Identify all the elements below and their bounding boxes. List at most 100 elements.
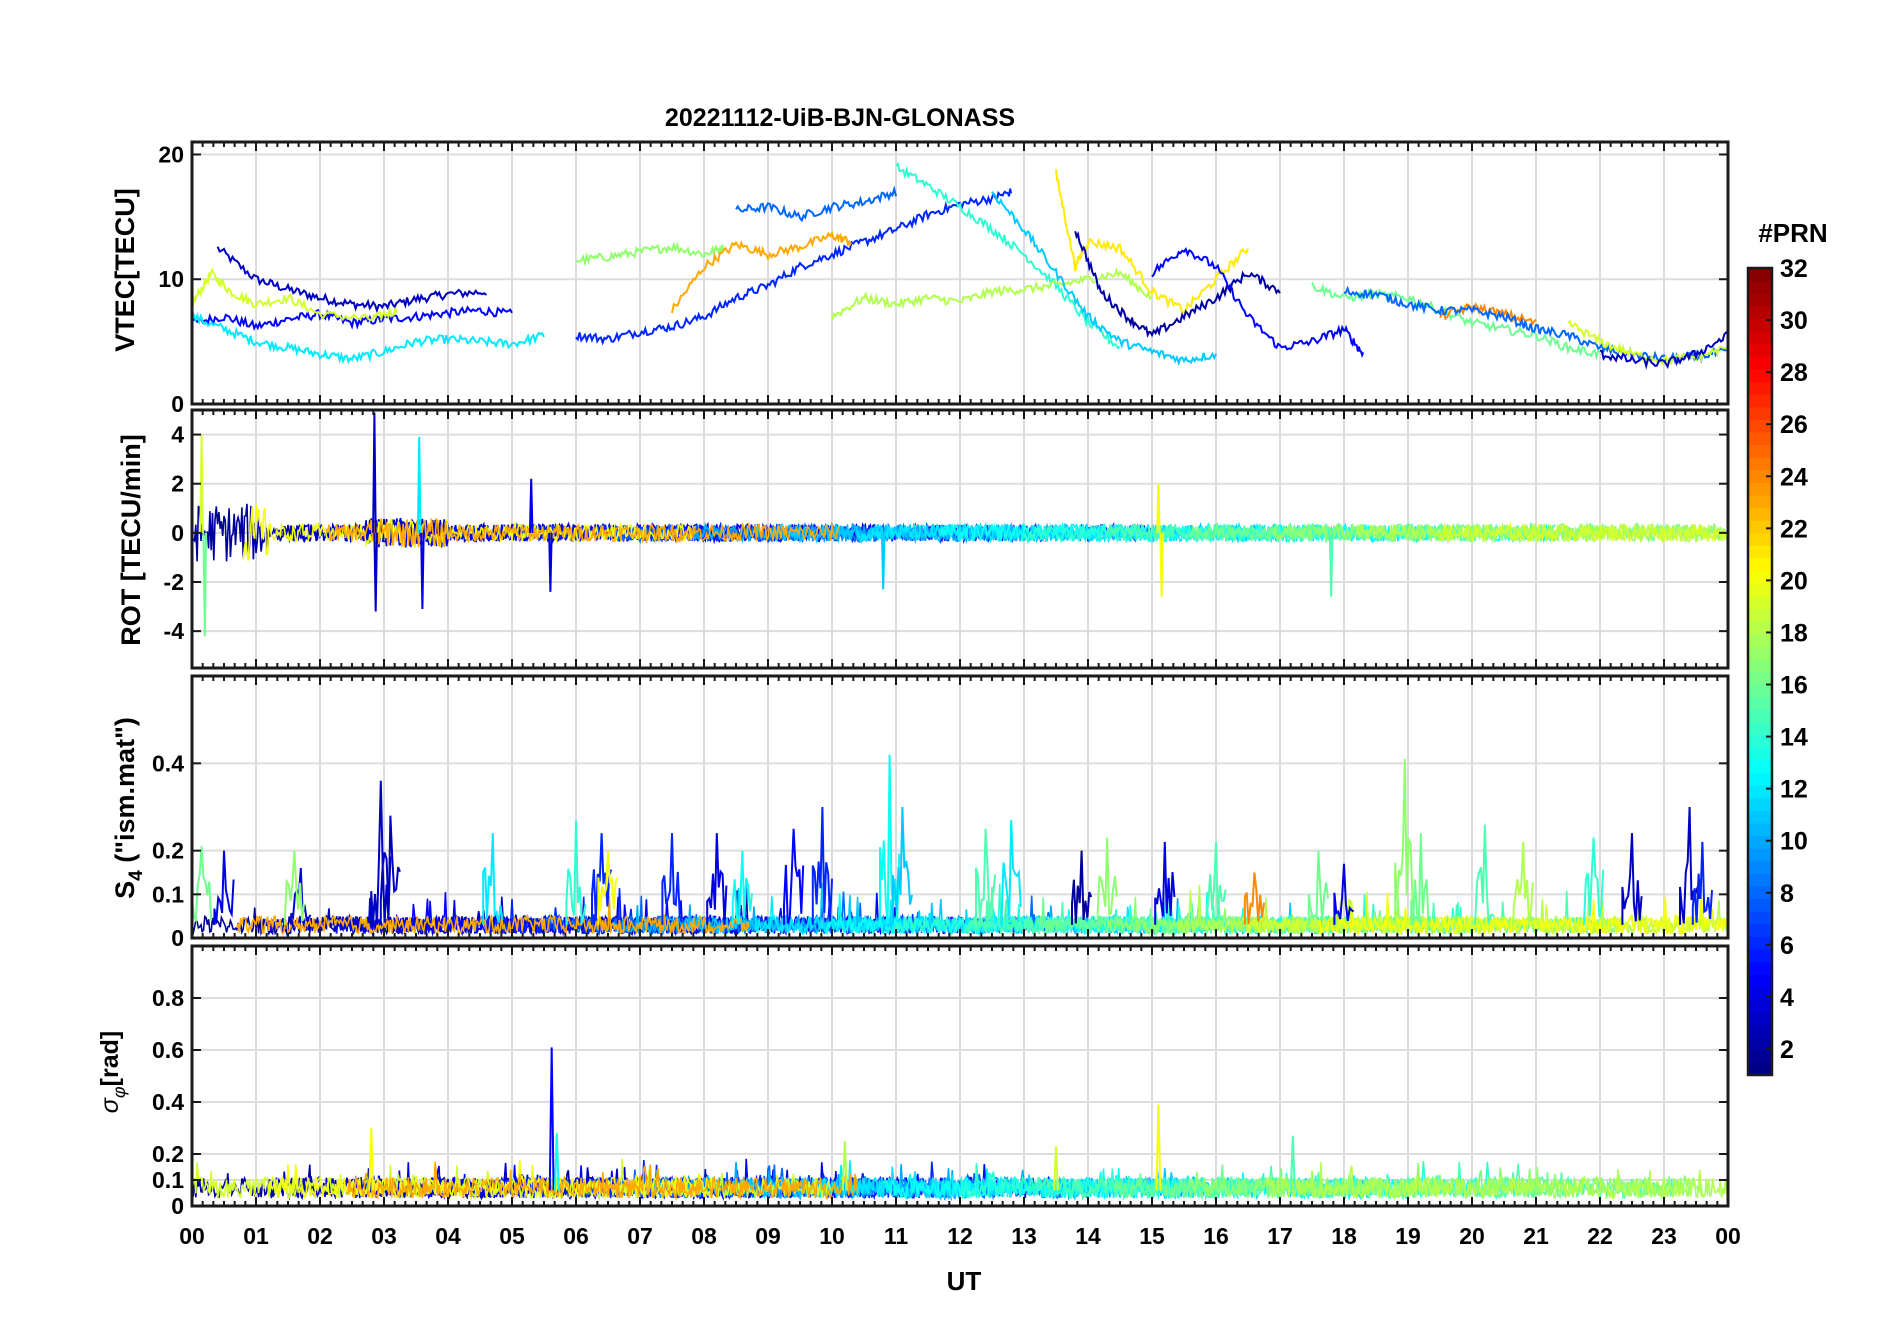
x-tick-label: 16: [1203, 1223, 1229, 1249]
s4-ylabel-main: S: [110, 881, 140, 899]
colorbar-segment: [1748, 368, 1772, 383]
s4-spike: [1474, 824, 1496, 925]
vtec-ylabel: VTEC[TECU]: [110, 188, 140, 352]
colorbar-tick-label: 6: [1780, 932, 1794, 960]
y-tick-label: 0.4: [152, 750, 184, 776]
colorbar-segment: [1748, 494, 1772, 509]
colorbar-tick-label: 14: [1780, 724, 1808, 752]
x-tick-label: 00: [1715, 1223, 1741, 1249]
rot-spike: [1159, 532, 1164, 597]
colorbar-segment: [1748, 595, 1772, 610]
colorbar-segment: [1748, 305, 1772, 320]
colorbar-segment: [1748, 810, 1772, 824]
s4-panel: 0 0.1 0.2 0.4: [152, 674, 1730, 951]
figure: 20221112-UiB-BJN-GLONASS 01020 -4-2024 0…: [96, 104, 1828, 1296]
colorbar-segment: [1748, 356, 1772, 370]
colorbar-segment: [1748, 671, 1772, 685]
s4-ylabel-sub: 4: [126, 870, 147, 881]
sigma-phi-ylabel: σφ[rad]: [96, 1031, 129, 1113]
s4-spike: [213, 850, 235, 925]
colorbar-segment: [1748, 873, 1772, 887]
x-tick-label: 15: [1139, 1223, 1165, 1249]
x-tick-label: 02: [307, 1223, 333, 1249]
y-tick-label: 0: [171, 925, 184, 951]
vtec-series-line: [735, 185, 897, 223]
s4-ylabel: S4 ("ism.mat"): [110, 717, 147, 899]
y-tick-label: 10: [158, 266, 184, 292]
y-tick-label: 20: [158, 141, 184, 167]
colorbar-label: #PRN: [1758, 218, 1827, 248]
y-tick-label: 0.4: [152, 1089, 184, 1115]
colorbar-segment: [1748, 974, 1772, 988]
colorbar-segment: [1748, 1049, 1772, 1063]
x-tick-label: 12: [947, 1223, 973, 1249]
colorbar-segment: [1748, 759, 1772, 773]
s4-spike: [1621, 833, 1643, 925]
s4-spike: [482, 833, 504, 925]
colorbar-segment: [1748, 532, 1772, 547]
y-tick-label: 0: [171, 1193, 184, 1219]
y-tick-label: 4: [171, 422, 184, 448]
colorbar-tick-label: 32: [1780, 255, 1808, 283]
x-tick-label: 00: [179, 1223, 205, 1249]
x-tick-label: 06: [563, 1223, 589, 1249]
x-tick-label: 10: [819, 1223, 845, 1249]
colorbar-tick-label: 4: [1780, 984, 1794, 1012]
sigma-phi-spike: [548, 1047, 555, 1191]
colorbar-segment: [1748, 848, 1772, 862]
sigma-phi-ylabel-sub: φ: [109, 1086, 129, 1098]
x-tick-label: 17: [1267, 1223, 1293, 1249]
rot-spike: [1328, 532, 1334, 597]
x-tick-label: 09: [755, 1223, 781, 1249]
figure-title: 20221112-UiB-BJN-GLONASS: [665, 104, 1015, 132]
x-tick-label: 01: [243, 1223, 269, 1249]
vtec-series-line: [191, 267, 398, 323]
y-tick-label: 0: [171, 391, 184, 417]
colorbar-segment: [1748, 696, 1772, 710]
rot-spike: [548, 532, 553, 592]
vtec-series-line: [575, 241, 725, 267]
x-tick-label: 07: [627, 1223, 653, 1249]
rot-spike: [880, 532, 886, 590]
s4-spike: [783, 828, 805, 925]
colorbar-tick-label: 20: [1780, 567, 1808, 595]
colorbar-segment: [1748, 406, 1772, 420]
colorbar-segment: [1748, 520, 1772, 534]
y-tick-label: 0.8: [152, 985, 184, 1011]
colorbar-segment: [1748, 948, 1772, 963]
y-tick-label: 0.6: [152, 1037, 184, 1063]
colorbar-segment: [1748, 898, 1772, 912]
colorbar-tick-label: 12: [1780, 776, 1808, 804]
x-tick-label: 05: [499, 1223, 525, 1249]
y-tick-label: 0.2: [152, 1141, 184, 1167]
colorbar-segment: [1748, 280, 1772, 294]
colorbar-segment: [1748, 721, 1772, 736]
colorbar-segment: [1748, 419, 1772, 433]
colorbar-segment: [1748, 1011, 1772, 1026]
colorbar-segment: [1748, 822, 1772, 837]
colorbar-segment: [1748, 911, 1772, 925]
colorbar-tick-label: 2: [1780, 1036, 1794, 1064]
x-tick-label: 18: [1331, 1223, 1357, 1249]
s4-spike: [706, 833, 728, 925]
s4-spike: [661, 833, 683, 925]
vtec-series-line: [671, 230, 853, 314]
colorbar-tick-label: 10: [1780, 828, 1808, 856]
s4-spike: [1410, 833, 1432, 925]
colorbar-tick-label: 26: [1780, 411, 1808, 439]
colorbar-segment: [1748, 545, 1772, 559]
x-tick-label: 19: [1395, 1223, 1421, 1249]
x-tick-label: 03: [371, 1223, 397, 1249]
colorbar-segment: [1748, 268, 1772, 282]
x-tick-label: 11: [884, 1223, 909, 1249]
colorbar: 2468101214161820222426283032: [1746, 255, 1808, 1077]
colorbar-segment: [1748, 457, 1772, 471]
y-tick-label: -2: [164, 569, 184, 595]
colorbar-segment: [1748, 1062, 1772, 1076]
colorbar-tick-label: 24: [1780, 463, 1808, 491]
rot-spike: [202, 532, 208, 637]
s4-series-line: [236, 895, 750, 936]
colorbar-segment: [1748, 646, 1772, 660]
vtec-series-line: [575, 188, 1013, 346]
rot-spike: [373, 532, 378, 612]
